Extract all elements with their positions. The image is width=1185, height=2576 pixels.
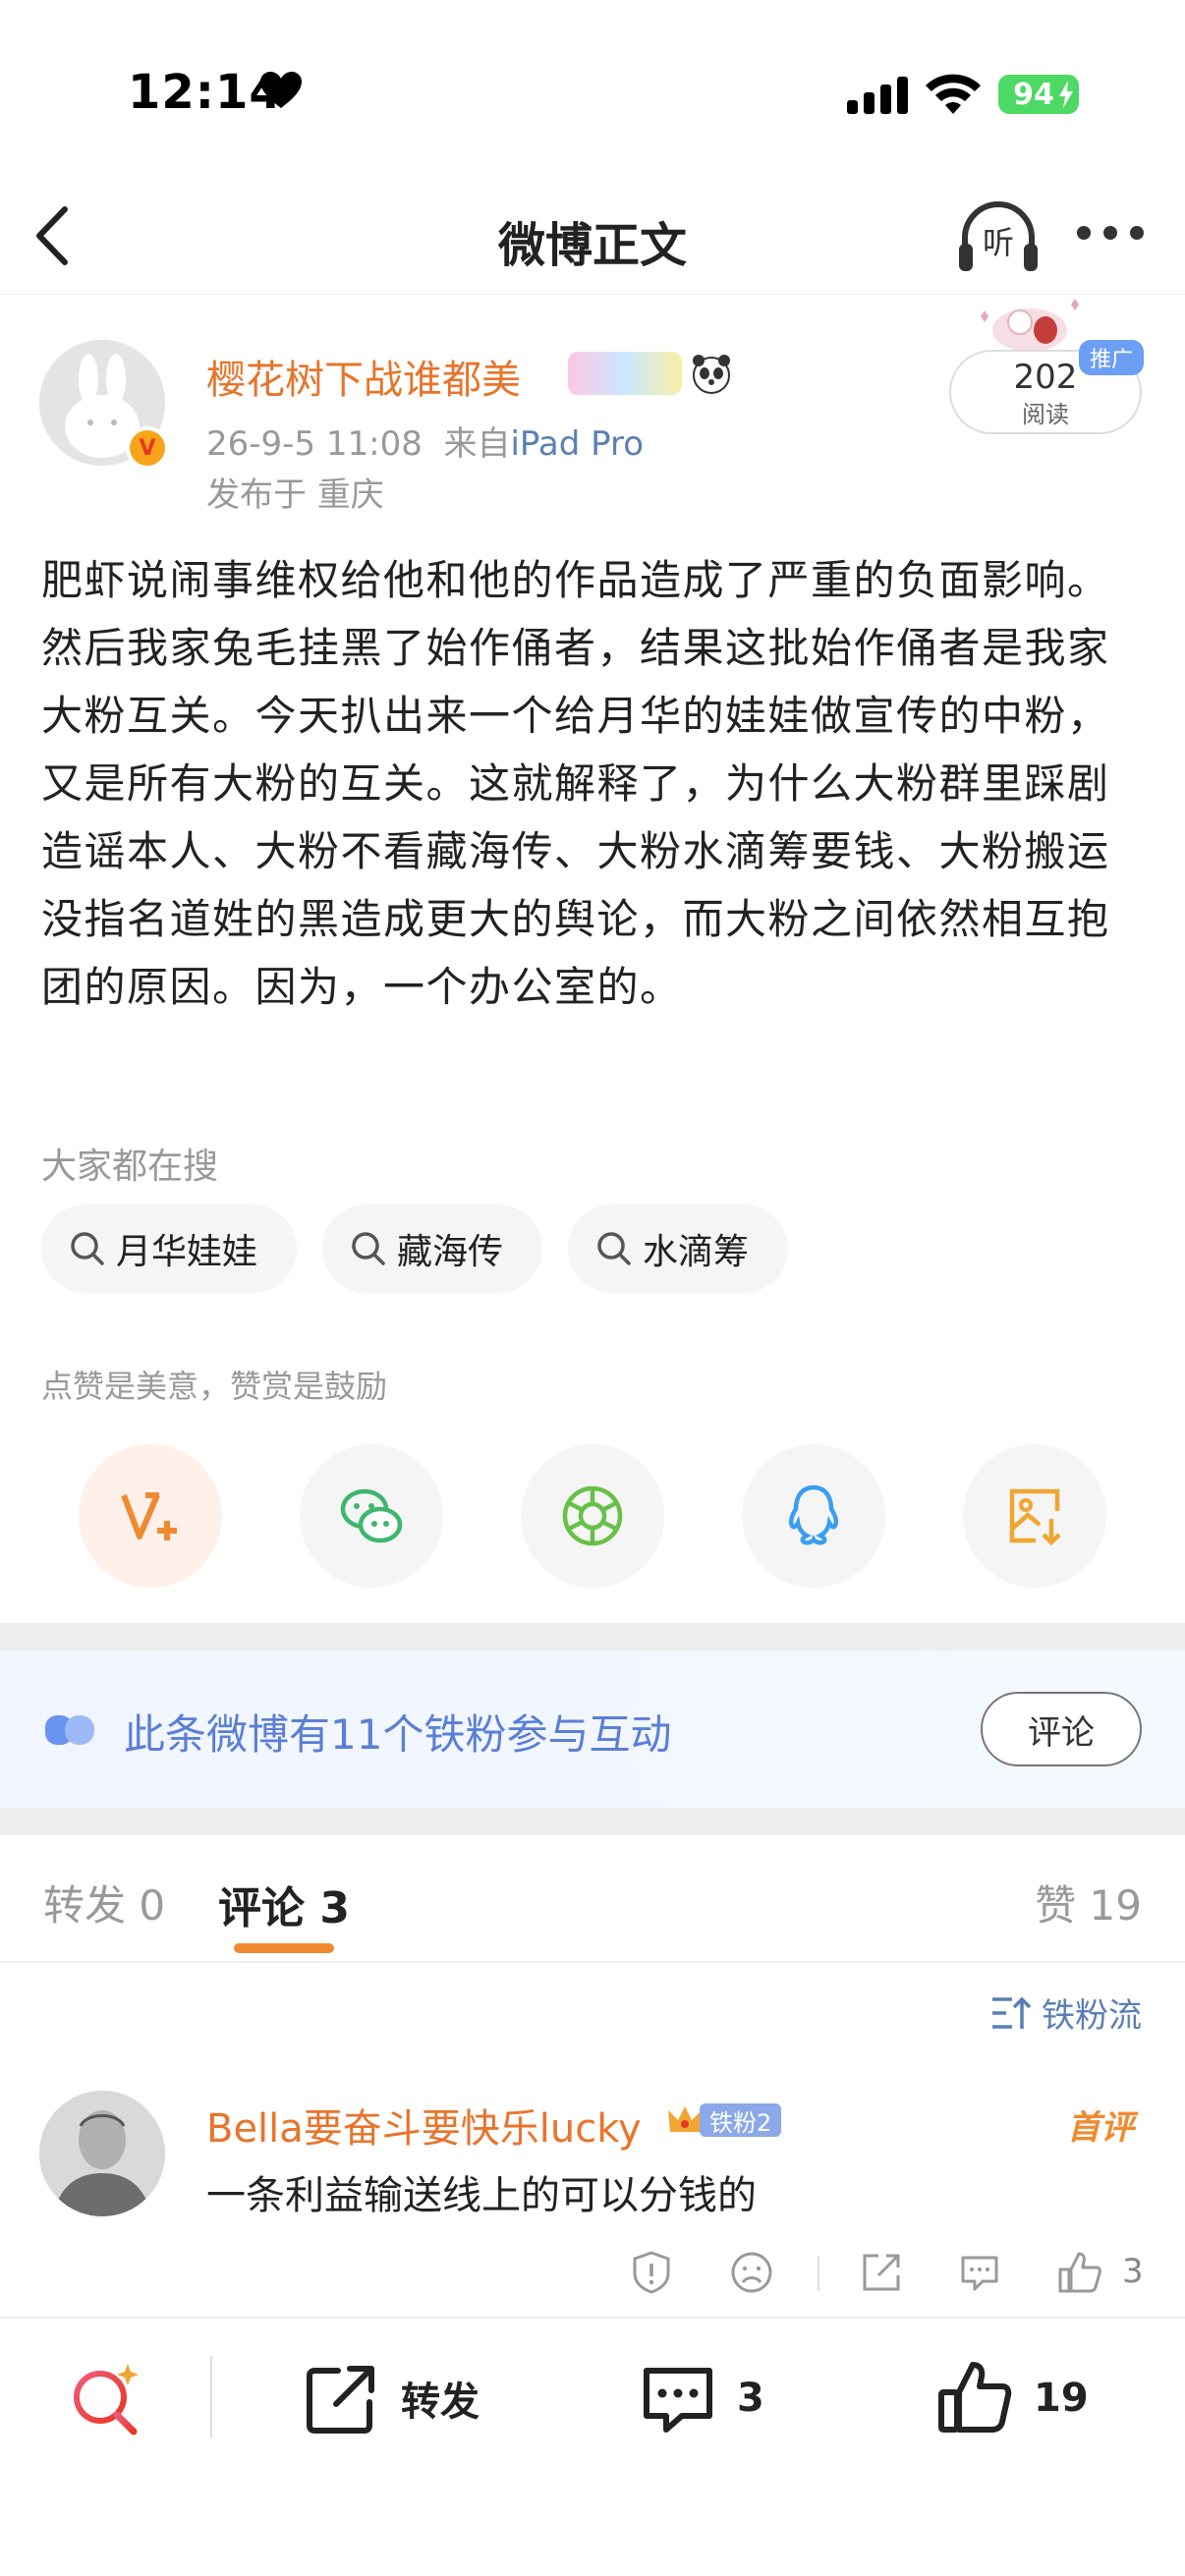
- iron-flow-label: 铁粉流: [1042, 1996, 1142, 2036]
- battery-level: 94: [1013, 77, 1054, 112]
- search-icon: [71, 1232, 104, 1265]
- source-prefix: 来自: [443, 424, 511, 464]
- bottom-repost-button[interactable]: 转发: [303, 2354, 480, 2442]
- crown-icon: [668, 2106, 702, 2132]
- active-tab-indicator: [234, 1943, 334, 1953]
- commenter-name[interactable]: Bella要奋斗要快乐lucky: [206, 2097, 642, 2154]
- search-chip-label: 月华娃娃: [116, 1232, 258, 1272]
- author-name[interactable]: 樱花树下战谁都美: [206, 348, 521, 405]
- rainbow-badge-icon: [568, 352, 682, 395]
- post-date: 26-9-5 11:08: [206, 424, 423, 464]
- like-icon[interactable]: [1057, 2250, 1102, 2295]
- comment-actions: 3: [629, 2250, 1146, 2299]
- ai-search-icon[interactable]: [65, 2358, 147, 2440]
- reply-icon[interactable]: [957, 2250, 1002, 2295]
- search-icon: [352, 1232, 385, 1265]
- post-location: 发布于 重庆: [206, 476, 384, 515]
- bottom-separator: [210, 2356, 212, 2438]
- report-icon[interactable]: [629, 2250, 674, 2295]
- wechat-icon: [340, 1488, 403, 1543]
- verified-badge: V: [126, 426, 169, 470]
- search-chip[interactable]: 月华娃娃: [41, 1204, 298, 1293]
- search-chip-label: 藏海传: [397, 1232, 504, 1272]
- save-image-button[interactable]: [963, 1444, 1106, 1588]
- bottom-repost-label: 转发: [401, 2380, 480, 2425]
- battery-indicator: 94: [998, 75, 1079, 114]
- iron-fan-badge: 铁粉2: [666, 2100, 782, 2140]
- tab-like[interactable]: 赞 19: [1035, 1873, 1142, 1932]
- moments-icon: [562, 1485, 623, 1546]
- dislike-icon[interactable]: [729, 2250, 774, 2295]
- praise-hint: 点赞是美意，赞赏是鼓励: [41, 1368, 388, 1405]
- tab-divider: [0, 1961, 1185, 1963]
- wifi-icon: [926, 74, 981, 114]
- more-options-icon[interactable]: [1077, 226, 1144, 242]
- share-icon[interactable]: [859, 2250, 904, 2295]
- comment-text: 一条利益输送线上的可以分钱的: [206, 2173, 757, 2218]
- charging-bolt-icon: [1059, 81, 1073, 108]
- action-separator: [818, 2256, 819, 2291]
- cellular-signal-icon: [847, 77, 908, 114]
- iron-fan-level: 铁粉2: [700, 2103, 782, 2137]
- bottom-comment-count: 3: [737, 2376, 764, 2421]
- section-divider: [0, 1808, 1185, 1835]
- read-label: 阅读: [1022, 401, 1069, 428]
- iron-fans-text: 此条微博有11个铁粉参与互动: [124, 1710, 672, 1759]
- fans-flag-icon: [45, 1715, 94, 1745]
- post-content: 肥虾说闹事维权给他和他的作品造成了严重的负面影响。然后我家兔毛挂黑了始作俑者，结…: [41, 556, 1110, 1011]
- fans-comment-button[interactable]: 评论: [981, 1692, 1142, 1766]
- v-plus-icon: [121, 1492, 177, 1540]
- promo-art-icon: [981, 299, 1079, 352]
- iron-fan-flow-toggle[interactable]: 铁粉流: [990, 1988, 1142, 2037]
- trending-search-chips: 月华娃娃 藏海传 水滴筹: [41, 1204, 789, 1293]
- share-row: [79, 1444, 1106, 1588]
- section-divider: [0, 1623, 1185, 1651]
- sketch-portrait-icon: [39, 2091, 165, 2216]
- status-bar: 12:14 94: [0, 0, 1185, 177]
- post-source[interactable]: iPad Pro: [510, 424, 644, 464]
- sort-icon: [992, 1996, 1032, 2029]
- search-chip[interactable]: 水滴筹: [568, 1204, 789, 1293]
- share-moments-button[interactable]: [521, 1444, 664, 1588]
- panda-icon: [693, 355, 730, 394]
- commenter-avatar[interactable]: [39, 2091, 165, 2216]
- post-meta: 26-9-5 11:08 来自iPad Pro: [206, 417, 644, 465]
- save-image-icon: [1009, 1488, 1061, 1546]
- tab-comment[interactable]: 评论 3: [218, 1873, 350, 1935]
- promo-tag[interactable]: 推广: [1079, 340, 1144, 375]
- search-chip-label: 水滴筹: [643, 1232, 750, 1272]
- share-wechat-button[interactable]: [300, 1444, 443, 1588]
- listen-label: 听: [982, 224, 1014, 261]
- v-plus-button[interactable]: [79, 1444, 222, 1588]
- tab-repost[interactable]: 转发 0: [43, 1873, 165, 1932]
- repost-icon: [307, 2366, 374, 2434]
- search-chip[interactable]: 藏海传: [322, 1204, 543, 1293]
- bottom-like-count: 19: [1034, 2376, 1089, 2421]
- thumbs-up-icon: [938, 2362, 1012, 2433]
- search-icon: [597, 1232, 631, 1265]
- comment-like-count: 3: [1122, 2252, 1144, 2291]
- bottom-like-button[interactable]: 19: [935, 2354, 1089, 2442]
- listen-button[interactable]: 听: [957, 198, 1040, 275]
- qq-icon: [788, 1484, 839, 1545]
- share-qq-button[interactable]: [742, 1444, 885, 1588]
- first-comment-tag: 首评: [1067, 2108, 1134, 2148]
- trending-search-label: 大家都在搜: [41, 1147, 219, 1187]
- heart-icon: [260, 72, 302, 108]
- bottom-comment-button[interactable]: 3: [639, 2354, 764, 2442]
- nav-header: 微博正文 听: [0, 177, 1185, 295]
- iron-fans-banner: 此条微博有11个铁粉参与互动 评论: [0, 1651, 1185, 1808]
- bottom-action-bar: 转发 3 19: [0, 2319, 1185, 2476]
- comment-icon: [644, 2368, 712, 2433]
